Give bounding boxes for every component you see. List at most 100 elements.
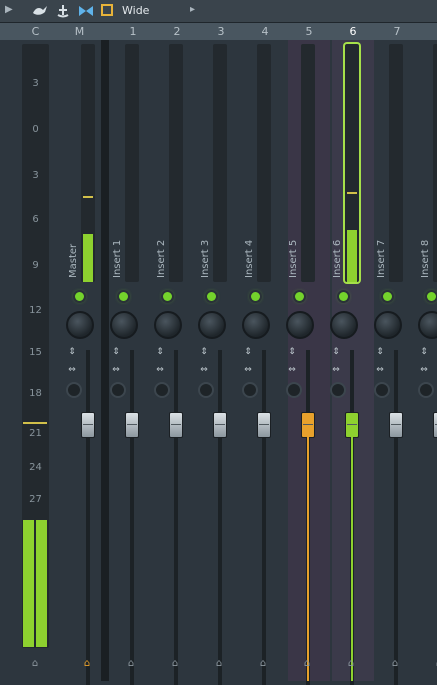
mixer-strip-insert-7[interactable]: Insert 7 ⇕ ⇔ ⌂ bbox=[374, 40, 416, 685]
stereo-reverse-icon[interactable]: ⇔ bbox=[154, 366, 166, 375]
volume-fader[interactable] bbox=[169, 412, 183, 438]
color-swatch-icon[interactable] bbox=[101, 4, 113, 16]
db-tick: 21 bbox=[29, 428, 42, 439]
route-icon[interactable]: ⌂ bbox=[126, 658, 136, 670]
mute-led[interactable] bbox=[427, 292, 436, 301]
mute-led[interactable] bbox=[383, 292, 392, 301]
stereo-reverse-icon[interactable]: ⇔ bbox=[110, 366, 122, 375]
bowtie-icon[interactable] bbox=[78, 3, 94, 19]
mixer-strip-insert-6[interactable]: Insert 6 ⇕ ⇔ ⌂ bbox=[330, 40, 372, 685]
route-icon[interactable]: ⌂ bbox=[214, 658, 224, 670]
route-icon[interactable]: ⌂ bbox=[170, 658, 180, 670]
stereo-sep-knob[interactable] bbox=[198, 382, 214, 398]
pan-knob[interactable] bbox=[418, 311, 437, 339]
stereo-swap-icon[interactable]: ⇕ bbox=[110, 348, 122, 357]
header-channel-7[interactable]: 7 bbox=[384, 23, 410, 40]
pan-knob[interactable] bbox=[330, 311, 358, 339]
mixer-strip-insert-5[interactable]: Insert 5 ⇕ ⇔ ⌂ bbox=[286, 40, 328, 685]
stereo-sep-knob[interactable] bbox=[110, 382, 126, 398]
stereo-swap-icon[interactable]: ⇕ bbox=[242, 348, 254, 357]
mute-led[interactable] bbox=[75, 292, 84, 301]
track-name: Insert 5 bbox=[288, 239, 299, 278]
header-channel-1[interactable]: 1 bbox=[120, 23, 146, 40]
mixer-mode-label[interactable]: Wide bbox=[122, 4, 149, 20]
track-name: Master bbox=[68, 243, 79, 278]
pan-knob[interactable] bbox=[154, 311, 182, 339]
header-channel-c[interactable]: C bbox=[22, 23, 49, 40]
mixer-strip-insert-4[interactable]: Insert 4 ⇕ ⇔ ⌂ bbox=[242, 40, 284, 685]
fader-track bbox=[174, 350, 178, 685]
volume-fader[interactable] bbox=[389, 412, 403, 438]
route-icon[interactable]: ⌂ bbox=[390, 658, 400, 670]
mixer-strip-insert-8[interactable]: Insert 8⇕⇔⌂ bbox=[418, 40, 437, 681]
mute-led[interactable] bbox=[295, 292, 304, 301]
mute-led[interactable] bbox=[119, 292, 128, 301]
volume-fader[interactable] bbox=[125, 412, 139, 438]
pan-knob[interactable] bbox=[242, 311, 270, 339]
pan-knob[interactable] bbox=[198, 311, 226, 339]
stereo-reverse-icon[interactable]: ⇔ bbox=[66, 366, 78, 375]
stereo-sep-knob[interactable] bbox=[418, 382, 434, 398]
stereo-reverse-icon[interactable]: ⇔ bbox=[198, 366, 210, 375]
stereo-swap-icon[interactable]: ⇕ bbox=[154, 348, 166, 357]
stereo-swap-icon[interactable]: ⇕ bbox=[66, 348, 78, 357]
stereo-sep-knob[interactable] bbox=[242, 382, 258, 398]
header-channel-6[interactable]: 6 bbox=[340, 23, 366, 40]
stereo-sep-knob[interactable] bbox=[330, 382, 346, 398]
bird-icon[interactable] bbox=[31, 3, 49, 19]
mixer-strip-insert-2[interactable]: Insert 2 ⇕ ⇔ ⌂ bbox=[154, 40, 196, 685]
master-meter-left bbox=[23, 520, 34, 647]
stereo-sep-knob[interactable] bbox=[154, 382, 170, 398]
stereo-swap-icon[interactable]: ⇕ bbox=[374, 348, 386, 357]
fader-track bbox=[218, 350, 222, 685]
stereo-swap-icon[interactable]: ⇕ bbox=[198, 348, 210, 357]
header-channel-3[interactable]: 3 bbox=[208, 23, 234, 40]
volume-fader[interactable] bbox=[257, 412, 271, 438]
route-icon[interactable]: ⌂ bbox=[82, 658, 92, 670]
stereo-reverse-icon[interactable]: ⇔ bbox=[374, 366, 386, 375]
stereo-reverse-icon[interactable]: ⇔ bbox=[330, 366, 342, 375]
header-channel-4[interactable]: 4 bbox=[252, 23, 278, 40]
menu-arrow-icon[interactable]: ▸ bbox=[190, 4, 195, 20]
route-icon[interactable]: ⌂ bbox=[258, 658, 268, 670]
pan-knob[interactable] bbox=[110, 311, 138, 339]
volume-fader[interactable] bbox=[433, 412, 437, 438]
route-icon[interactable]: ⌂ bbox=[302, 658, 312, 670]
mute-led[interactable] bbox=[207, 292, 216, 301]
stereo-sep-knob[interactable] bbox=[374, 382, 390, 398]
db-tick: 9 bbox=[32, 260, 39, 271]
pan-knob[interactable] bbox=[66, 311, 94, 339]
mixer-toolbar: ▶ Wide ▸ bbox=[0, 0, 437, 23]
stereo-sep-knob[interactable] bbox=[286, 382, 302, 398]
pan-knob[interactable] bbox=[286, 311, 314, 339]
stereo-swap-icon[interactable]: ⇕ bbox=[286, 348, 298, 357]
anchor-icon[interactable] bbox=[56, 3, 70, 19]
pan-knob[interactable] bbox=[374, 311, 402, 339]
play-arrow-icon[interactable]: ▶ bbox=[5, 4, 13, 20]
volume-fader[interactable] bbox=[345, 412, 359, 438]
mute-led[interactable] bbox=[339, 292, 348, 301]
stereo-reverse-icon[interactable]: ⇔ bbox=[418, 366, 430, 375]
header-channel-m[interactable]: M bbox=[66, 23, 93, 40]
volume-fader[interactable] bbox=[301, 412, 315, 438]
stereo-sep-knob[interactable] bbox=[66, 382, 82, 398]
mixer-strip-master[interactable]: Master ⇕ ⇔ ⌂ bbox=[66, 40, 108, 685]
volume-fader[interactable] bbox=[213, 412, 227, 438]
mute-led[interactable] bbox=[251, 292, 260, 301]
fader-level-line bbox=[307, 437, 309, 681]
header-channel-5[interactable]: 5 bbox=[296, 23, 322, 40]
mixer-strip-insert-1[interactable]: Insert 1 ⇕ ⇔ ⌂ bbox=[110, 40, 152, 685]
track-name: Insert 6 bbox=[332, 239, 343, 278]
mixer-strip-insert-3[interactable]: Insert 3 ⇕ ⇔ ⌂ bbox=[198, 40, 240, 685]
route-icon[interactable]: ⌂ bbox=[30, 658, 40, 670]
stereo-reverse-icon[interactable]: ⇔ bbox=[286, 366, 298, 375]
meter-fill bbox=[83, 234, 93, 282]
header-channel-2[interactable]: 2 bbox=[164, 23, 190, 40]
stereo-swap-icon[interactable]: ⇕ bbox=[418, 348, 430, 357]
stereo-swap-icon[interactable]: ⇕ bbox=[330, 348, 342, 357]
fader-track bbox=[130, 350, 134, 685]
volume-fader[interactable] bbox=[81, 412, 95, 438]
mute-led[interactable] bbox=[163, 292, 172, 301]
route-icon[interactable]: ⌂ bbox=[346, 658, 356, 670]
stereo-reverse-icon[interactable]: ⇔ bbox=[242, 366, 254, 375]
